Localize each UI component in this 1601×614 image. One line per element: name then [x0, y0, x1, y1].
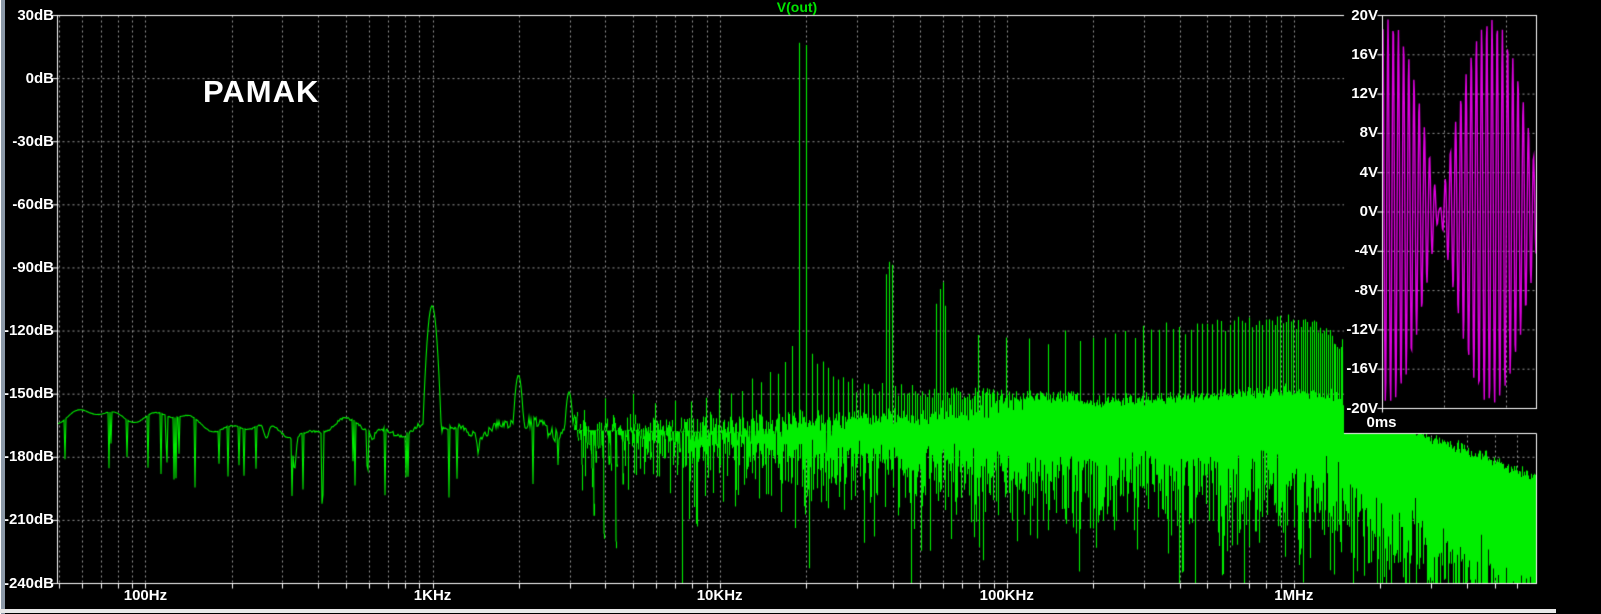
y-axis-label--150db: -150dB [3, 385, 54, 403]
inset-y-label--8v: -8V [1354, 281, 1378, 299]
inset-y-label-4v: 4V [1359, 163, 1378, 181]
y-axis-label--30db: -30dB [12, 132, 54, 150]
ltspice-fft-window: V(out) PAMAK 30dB 0dB -30dB -60dB -90dB … [0, 0, 1601, 614]
y-axis-label--180db: -180dB [3, 448, 54, 466]
window-left-edge [0, 0, 5, 614]
x-axis-label-1mhz: 1MHz [1274, 587, 1314, 604]
y-axis-label--90db: -90dB [12, 258, 54, 276]
inset-y-label-12v: 12V [1351, 85, 1378, 103]
inset-y-label-16v: 16V [1351, 45, 1378, 63]
y-axis-label--210db: -210dB [3, 511, 54, 529]
window-bottom-edge [0, 609, 1556, 613]
inset-y-label-20v: 20V [1351, 6, 1378, 24]
inset-y-label-0v: 0V [1359, 203, 1378, 220]
trace-legend-vout[interactable]: V(out) [737, 0, 857, 15]
y-axis-label--60db: -60dB [12, 195, 54, 213]
x-axis-label-100hz: 100Hz [123, 587, 168, 604]
inset-y-label-8v: 8V [1359, 124, 1378, 142]
x-axis-label-100khz: 100KHz [979, 587, 1034, 604]
y-axis-label--120db: -120dB [3, 322, 54, 340]
inset-y-label--12v: -12V [1346, 320, 1378, 338]
y-axis-label-30db: 30dB [17, 6, 54, 24]
inset-y-label--4v: -4V [1354, 242, 1378, 260]
y-axis-label--240db: -240dB [3, 574, 54, 592]
x-axis-label-10khz: 10KHz [696, 587, 743, 604]
x-axis-label-1khz: 1KHz [413, 587, 452, 604]
y-axis-label-0db: 0dB [25, 69, 54, 87]
watermark-pamak: PAMAK [203, 74, 320, 109]
inset-x-label-0ms: 0ms [1366, 414, 1397, 431]
inset-y-label--16v: -16V [1346, 360, 1378, 378]
